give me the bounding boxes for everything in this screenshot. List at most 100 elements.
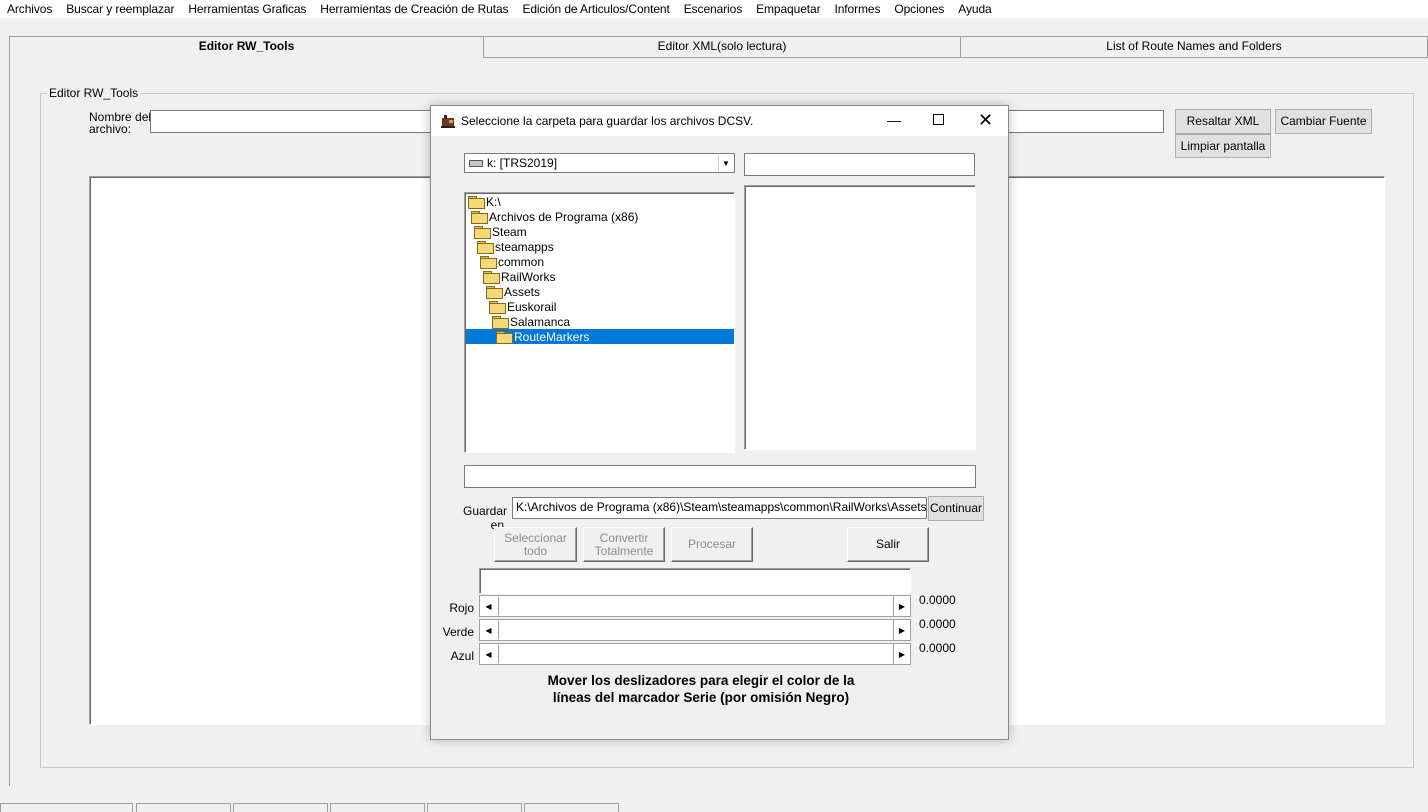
status-input[interactable] <box>464 465 976 488</box>
tree-item[interactable]: RailWorks <box>483 269 555 284</box>
dialog-titlebar[interactable]: Seleccione la carpeta para guardar los a… <box>431 106 1008 136</box>
folder-tree[interactable]: K:\ Archivos de Programa (x86) Steam ste… <box>464 192 735 453</box>
save-path-input[interactable]: K:\Archivos de Programa (x86)\Steam\stea… <box>512 497 927 519</box>
arrow-left-icon[interactable]: ◀ <box>480 620 497 640</box>
menu-ayuda[interactable]: Ayuda <box>951 2 998 16</box>
menu-edicion-articulos[interactable]: Edición de Articulos/Content <box>515 2 676 16</box>
drive-select[interactable]: k: [TRS2019] ▼ <box>464 153 735 173</box>
tree-item[interactable]: Archivos de Programa (x86) <box>471 209 638 224</box>
folder-icon <box>480 256 497 269</box>
select-all-button[interactable]: Seleccionar todo <box>494 527 577 562</box>
folder-icon <box>489 301 506 314</box>
bottom-tab[interactable] <box>330 803 425 812</box>
tree-item[interactable]: common <box>480 254 544 269</box>
maximize-icon[interactable] <box>933 114 944 125</box>
slider-value-red: 0.0000 <box>919 593 956 607</box>
tree-item-label: Steam <box>492 224 527 239</box>
drive-icon <box>469 159 483 167</box>
folder-icon <box>492 316 509 329</box>
tree-item-label: RouteMarkers <box>514 329 590 344</box>
slider-value-green: 0.0000 <box>919 617 956 631</box>
instruction-line-1: Mover los deslizadores para elegir el co… <box>547 673 855 688</box>
tree-item-selected[interactable]: RouteMarkers <box>466 329 734 344</box>
folder-icon <box>486 286 503 299</box>
folder-icon <box>496 331 513 344</box>
tab-editor-rwtools[interactable]: Editor RW_Tools <box>9 36 484 58</box>
tree-item-label: Archivos de Programa (x86) <box>489 209 639 224</box>
tree-item[interactable]: Assets <box>486 284 540 299</box>
file-list[interactable] <box>744 185 976 450</box>
tab-route-names[interactable]: List of Route Names and Folders <box>960 36 1428 57</box>
highlight-xml-button[interactable]: Resaltar XML <box>1175 109 1271 134</box>
slider-thumb[interactable] <box>498 597 502 615</box>
menu-opciones[interactable]: Opciones <box>887 2 951 16</box>
save-label-line1: Guardar <box>463 504 508 518</box>
menu-buscar-reemplazar[interactable]: Buscar y reemplazar <box>59 2 181 16</box>
tree-item-label: RailWorks <box>501 269 556 284</box>
menu-empaquetar[interactable]: Empaquetar <box>749 2 827 16</box>
folder-icon <box>483 271 500 284</box>
instruction-line-2: líneas del marcador Serie (por omisión N… <box>552 690 850 705</box>
folder-icon <box>477 241 494 254</box>
color-sliders: Rojo ◀ ▶ 0.0000 Verde ◀ ▶ 0.0000 Azul ◀ … <box>441 593 1001 667</box>
arrow-right-icon[interactable]: ▶ <box>893 596 910 616</box>
editor-group-label: Editor RW_Tools <box>47 86 141 100</box>
tree-item-label: Salamanca <box>510 314 571 329</box>
slider-thumb[interactable] <box>498 621 502 639</box>
tree-item-label: Euskorail <box>507 299 557 314</box>
menu-bar: Archivos Buscar y reemplazar Herramienta… <box>0 0 1428 18</box>
continue-button[interactable]: Continuar <box>928 496 984 521</box>
arrow-left-icon[interactable]: ◀ <box>480 644 497 664</box>
tree-item[interactable]: steamapps <box>477 239 554 254</box>
slider-thumb[interactable] <box>498 645 502 663</box>
menu-archivos[interactable]: Archivos <box>0 2 59 16</box>
bottom-tab[interactable] <box>136 803 231 812</box>
filename-label: Nombre del archivo: <box>89 111 151 135</box>
bottom-tab[interactable] <box>427 803 522 812</box>
drive-value: k: [TRS2019] <box>487 156 558 170</box>
menu-herramientas-graficas[interactable]: Herramientas Graficas <box>181 2 313 16</box>
menu-herramientas-rutas[interactable]: Herramientas de Creación de Rutas <box>313 2 515 16</box>
select-all-label-2: todo <box>523 543 548 558</box>
convert-label-1: Convertir <box>599 530 649 545</box>
menu-escenarios[interactable]: Escenarios <box>677 2 749 16</box>
convert-label-2: Totalmente <box>594 543 654 558</box>
slider-label-blue: Azul <box>450 649 474 663</box>
convert-all-button[interactable]: Convertir Totalmente <box>583 527 665 562</box>
slider-label-red: Rojo <box>449 601 474 615</box>
app-icon <box>441 115 455 128</box>
menu-informes[interactable]: Informes <box>827 2 887 16</box>
bottom-tab[interactable] <box>233 803 328 812</box>
chevron-down-icon[interactable]: ▼ <box>718 155 733 171</box>
color-preview <box>479 568 911 594</box>
folder-dialog: Seleccione la carpeta para guardar los a… <box>430 105 1009 740</box>
tree-item-label: Assets <box>504 284 541 299</box>
tree-item-label: K:\ <box>486 194 501 209</box>
tree-item[interactable]: Salamanca <box>492 314 570 329</box>
bottom-tab[interactable] <box>524 803 619 812</box>
tree-item[interactable]: Euskorail <box>489 299 556 314</box>
process-button[interactable]: Procesar <box>671 527 753 562</box>
exit-button[interactable]: Salir <box>847 527 929 562</box>
bottom-tab[interactable] <box>0 803 133 812</box>
change-font-button[interactable]: Cambiar Fuente <box>1275 109 1372 134</box>
filename-label-line2: archivo: <box>89 122 132 136</box>
tree-item-label: common <box>498 254 545 269</box>
tree-item-label: steamapps <box>495 239 554 254</box>
clear-screen-button[interactable]: Limpiar pantalla <box>1175 134 1271 158</box>
select-all-label-1: Seleccionar <box>504 530 567 545</box>
arrow-right-icon[interactable]: ▶ <box>893 644 910 664</box>
slider-value-blue: 0.0000 <box>919 641 956 655</box>
minimize-icon[interactable]: — <box>887 112 901 128</box>
tab-editor-xml[interactable]: Editor XML(solo lectura) <box>483 36 961 57</box>
arrow-left-icon[interactable]: ◀ <box>480 596 497 616</box>
tree-item[interactable]: Steam <box>474 224 527 239</box>
close-icon[interactable]: ✕ <box>978 109 993 131</box>
slider-red[interactable]: ◀ ▶ <box>479 595 911 617</box>
instruction-text: Mover los deslizadores para elegir el co… <box>471 672 931 706</box>
tree-item[interactable]: K:\ <box>468 194 501 209</box>
slider-blue[interactable]: ◀ ▶ <box>479 643 911 665</box>
arrow-right-icon[interactable]: ▶ <box>893 620 910 640</box>
slider-green[interactable]: ◀ ▶ <box>479 619 911 641</box>
filter-input[interactable] <box>744 153 975 176</box>
